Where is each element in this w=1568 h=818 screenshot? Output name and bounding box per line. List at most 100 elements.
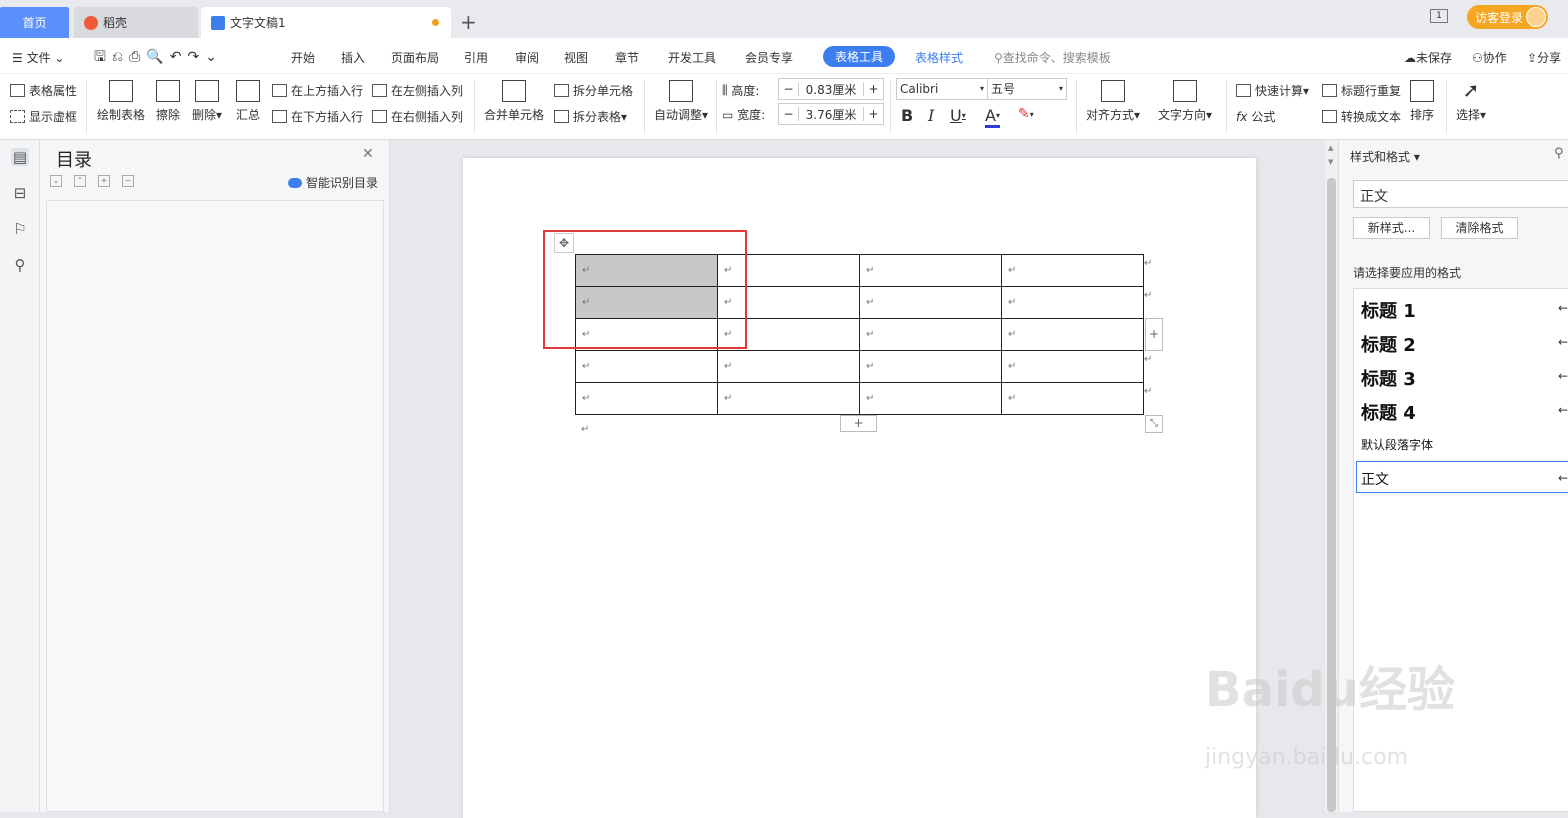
formula-button[interactable]: fx 公式 xyxy=(1236,108,1275,125)
styles-header[interactable]: 样式和格式 ▾ xyxy=(1350,148,1420,165)
convert-to-text-button[interactable]: 转换成文本 xyxy=(1322,108,1401,125)
tab-document[interactable]: 文字文稿1 xyxy=(201,7,451,38)
table-cell[interactable]: ↵ xyxy=(1001,254,1144,287)
auto-fit-button[interactable]: 自动调整▾ xyxy=(654,80,708,123)
share-button[interactable]: ⇪分享 xyxy=(1527,49,1561,66)
table-cell[interactable]: ↵ xyxy=(859,254,1002,287)
insert-row-above-button[interactable]: 在上方插入行 xyxy=(272,82,363,99)
table-cell[interactable]: ↵ xyxy=(859,350,1002,383)
table-cell[interactable]: ↵ xyxy=(575,382,718,415)
add-row-button[interactable]: + xyxy=(840,415,877,432)
new-tab-button[interactable]: + xyxy=(460,10,477,34)
style-heading-2[interactable]: 标题 2 xyxy=(1361,331,1416,357)
font-size-select[interactable]: 五号 ▾ xyxy=(987,78,1067,100)
style-heading-4[interactable]: 标题 4 xyxy=(1361,399,1416,425)
table-cell[interactable]: ↵ xyxy=(1001,382,1144,415)
table-cell[interactable]: ↵ xyxy=(859,382,1002,415)
scroll-down-icon[interactable]: ▼ xyxy=(1328,158,1333,166)
insert-col-left-button[interactable]: 在左侧插入列 xyxy=(372,82,463,99)
insert-row-below-button[interactable]: 在下方插入行 xyxy=(272,108,363,125)
menu-review[interactable]: 审阅 xyxy=(515,49,539,66)
style-default-font[interactable]: 默认段落字体 xyxy=(1361,436,1433,453)
quick-access-toolbar[interactable]: 🖫⎌⎙🔍↶↷⌄ xyxy=(94,46,223,70)
select-button[interactable]: ➚ 选择▾ xyxy=(1456,80,1486,123)
quick-calc-button[interactable]: 快速计算 ▾ xyxy=(1236,82,1309,99)
chapter-nav-icon[interactable]: ⊟ xyxy=(11,184,29,202)
resize-table-icon[interactable]: ⤡ xyxy=(1145,415,1163,433)
collab-button[interactable]: ⚇协作 xyxy=(1472,49,1507,66)
file-menu[interactable]: ☰ 文件 ⌄ xyxy=(12,49,64,66)
expand-icon[interactable]: ⌄ xyxy=(50,175,62,187)
add-level-icon[interactable]: + xyxy=(98,175,110,187)
smart-toc-button[interactable]: 智能识别目录 xyxy=(288,174,378,191)
width-value[interactable]: 3.76厘米 xyxy=(799,106,863,123)
current-style-field[interactable]: 正文 xyxy=(1353,180,1568,208)
menu-start[interactable]: 开始 xyxy=(291,49,315,66)
tab-daoke[interactable]: 稻壳 xyxy=(74,7,198,38)
bold-button[interactable]: B xyxy=(901,106,913,125)
table-cell[interactable]: ↵ xyxy=(717,382,860,415)
table-cell[interactable]: ↵ xyxy=(859,318,1002,351)
close-icon[interactable]: ✕ xyxy=(362,146,374,162)
height-increment[interactable]: + xyxy=(863,82,883,96)
table-cell[interactable]: ↵ xyxy=(575,350,718,383)
style-body[interactable]: 正文 xyxy=(1361,469,1389,489)
highlight-button[interactable]: ✎ ▾ xyxy=(1018,106,1034,122)
height-decrement[interactable]: − xyxy=(779,82,799,96)
menu-reference[interactable]: 引用 xyxy=(464,49,488,66)
text-direction-button[interactable]: 文字方向▾ xyxy=(1158,80,1212,123)
menu-member[interactable]: 会员专享 xyxy=(745,49,793,66)
repeat-header-button[interactable]: 标题行重复 xyxy=(1322,82,1401,99)
menu-layout[interactable]: 页面布局 xyxy=(391,49,439,66)
add-column-button[interactable]: + xyxy=(1145,318,1163,351)
menu-table-style[interactable]: 表格样式 xyxy=(915,49,963,66)
pin-icon[interactable]: ⚲ xyxy=(1554,146,1564,161)
summary-button[interactable]: 汇总 xyxy=(236,80,260,123)
find-icon[interactable]: ⚲ xyxy=(11,256,29,274)
split-cell-button[interactable]: 拆分单元格 xyxy=(554,82,633,99)
window-count-icon[interactable]: 1 xyxy=(1430,9,1448,23)
style-heading-3[interactable]: 标题 3 xyxy=(1361,365,1416,391)
menu-chapter[interactable]: 章节 xyxy=(615,49,639,66)
scroll-up-icon[interactable]: ▲ xyxy=(1328,144,1333,152)
font-family-select[interactable]: Calibri ▾ xyxy=(896,78,988,100)
delete-button[interactable]: 删除▾ xyxy=(192,80,222,123)
tab-home[interactable]: 首页 xyxy=(0,7,69,38)
align-button[interactable]: 对齐方式▾ xyxy=(1086,80,1140,123)
italic-button[interactable]: I xyxy=(928,106,934,125)
table-properties-button[interactable]: 表格属性 xyxy=(10,82,77,99)
insert-col-right-button[interactable]: 在右侧插入列 xyxy=(372,108,463,125)
bookmark-icon[interactable]: ⚐ xyxy=(11,220,29,238)
font-color-button[interactable]: A ▾ xyxy=(985,106,1000,128)
sort-button[interactable]: 排序 xyxy=(1410,80,1434,123)
new-style-button[interactable]: 新样式... xyxy=(1353,217,1430,239)
menu-insert[interactable]: 插入 xyxy=(341,49,365,66)
command-search[interactable]: ⚲查找命令、搜索模板 xyxy=(994,49,1111,66)
login-button[interactable]: 访客登录 xyxy=(1467,5,1548,29)
menu-devtools[interactable]: 开发工具 xyxy=(668,49,716,66)
menu-table-tools[interactable]: 表格工具 xyxy=(823,46,896,67)
menu-view[interactable]: 视图 xyxy=(564,49,588,66)
document-outline-icon[interactable]: ▤ xyxy=(11,148,29,166)
clear-format-button[interactable]: 清除格式 xyxy=(1441,217,1518,239)
table-cell[interactable]: ↵ xyxy=(1001,350,1144,383)
height-value[interactable]: 0.83厘米 xyxy=(799,81,863,98)
split-table-button[interactable]: 拆分表格 ▾ xyxy=(554,108,627,125)
remove-level-icon[interactable]: − xyxy=(122,175,134,187)
table-cell[interactable]: ↵ xyxy=(1001,318,1144,351)
collapse-icon[interactable]: ⌃ xyxy=(74,175,86,187)
erase-button[interactable]: 擦除 xyxy=(156,80,180,123)
draw-table-button[interactable]: 绘制表格 xyxy=(97,80,145,123)
show-gridlines-button[interactable]: 显示虚框 xyxy=(10,108,77,125)
width-increment[interactable]: + xyxy=(863,107,883,121)
width-decrement[interactable]: − xyxy=(779,107,799,121)
merge-cells-button[interactable]: 合并单元格 xyxy=(484,80,544,123)
table-cell[interactable]: ↵ xyxy=(717,350,860,383)
style-heading-1[interactable]: 标题 1 xyxy=(1361,297,1416,323)
table-cell[interactable]: ↵ xyxy=(859,286,1002,319)
unsaved-button[interactable]: ☁未保存 xyxy=(1404,49,1452,66)
height-stepper[interactable]: −0.83厘米 + xyxy=(778,78,884,100)
width-stepper[interactable]: −3.76厘米 + xyxy=(778,103,884,125)
underline-button[interactable]: U ▾ xyxy=(950,106,966,125)
table-cell[interactable]: ↵ xyxy=(1001,286,1144,319)
